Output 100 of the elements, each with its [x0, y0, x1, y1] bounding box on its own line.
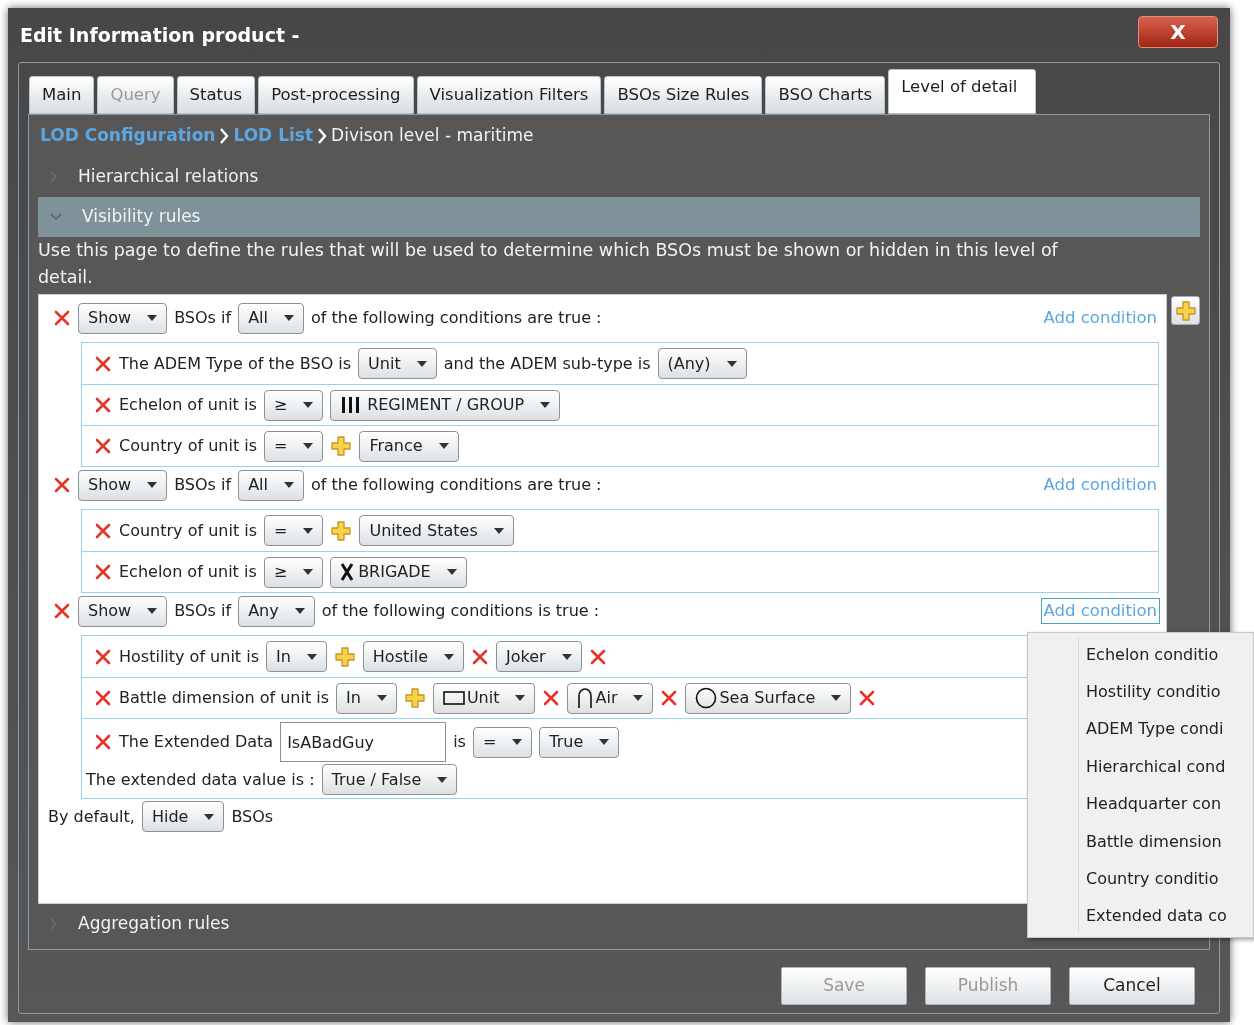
condition-text: Hostility of unit is — [119, 645, 259, 668]
caret-icon — [204, 813, 215, 820]
remove-button[interactable] — [94, 521, 112, 540]
add-button[interactable] — [403, 687, 426, 709]
caret-icon — [633, 695, 644, 701]
caret-icon — [147, 482, 158, 488]
dropdown[interactable]: = — [264, 430, 324, 462]
chevron-down-icon — [50, 213, 62, 221]
dropdown[interactable]: = — [472, 726, 533, 758]
caret-icon — [512, 739, 523, 745]
remove-button[interactable] — [94, 354, 112, 373]
caret-icon — [303, 402, 314, 408]
tab[interactable]: BSOs Size Rules — [604, 76, 763, 114]
dropdown[interactable]: (Any) — [657, 348, 747, 379]
remove-button[interactable] — [660, 689, 679, 707]
remove-button[interactable] — [94, 437, 112, 455]
dropdown[interactable]: ≥ — [263, 556, 324, 588]
dropdown[interactable]: BRIGADE — [330, 556, 467, 588]
caret-icon — [438, 443, 449, 449]
dropdown[interactable]: Unit — [432, 682, 536, 714]
menu-item[interactable]: Echelon conditio — [1079, 636, 1227, 674]
dropdown[interactable]: All — [238, 469, 304, 501]
dropdown[interactable]: Air — [567, 682, 654, 714]
menu-item[interactable]: Hostility conditio — [1079, 673, 1227, 711]
condition-text: BSOs if — [174, 600, 232, 622]
dropdown[interactable]: REGIMENT / GROUP — [330, 389, 561, 421]
menu-item[interactable]: Extended data co — [1079, 897, 1227, 936]
condition-text: The extended data value is : — [86, 768, 315, 791]
dropdown[interactable]: Show — [78, 595, 168, 627]
tab[interactable]: Post-processing — [258, 76, 414, 114]
remove-button[interactable] — [94, 733, 112, 751]
close-button[interactable]: X — [1138, 16, 1218, 48]
dropdown[interactable]: True / False — [321, 764, 458, 795]
dropdown[interactable]: Sea Surface — [685, 682, 852, 714]
add-group-button[interactable] — [1171, 296, 1200, 325]
menu-item[interactable]: Battle dimension — [1079, 822, 1227, 861]
condition-text: of the following conditions is true : — [321, 600, 600, 622]
menu-item[interactable]: Headquarter con — [1079, 785, 1227, 823]
remove-button[interactable] — [542, 689, 561, 707]
add-button[interactable] — [330, 435, 353, 457]
caret-icon — [303, 569, 314, 575]
tab[interactable]: Main — [29, 76, 95, 114]
tab[interactable]: Visualization Filters — [416, 76, 602, 114]
chevron-right-icon — [219, 128, 230, 144]
caret-icon — [446, 569, 457, 575]
remove-button[interactable] — [858, 689, 877, 707]
dropdown[interactable]: All — [238, 302, 304, 334]
condition-text: BSOs if — [174, 307, 232, 329]
caret-icon — [540, 402, 551, 408]
dropdown[interactable]: Unit — [358, 348, 437, 379]
remove-button[interactable] — [53, 602, 71, 620]
caret-icon — [303, 527, 314, 534]
condition-text: Country of unit is — [119, 519, 258, 542]
condition-text: Echelon of unit is — [119, 394, 257, 416]
dropdown[interactable]: United States — [359, 515, 514, 546]
tab[interactable]: BSO Charts — [765, 76, 886, 114]
tab[interactable]: Status — [176, 76, 256, 114]
add-button[interactable] — [330, 519, 353, 542]
section-header[interactable]: Hierarchical relations — [38, 157, 1200, 197]
condition-text: Country of unit is — [119, 435, 258, 457]
remove-button[interactable] — [53, 476, 71, 494]
menu-item[interactable]: Hierarchical cond — [1079, 748, 1227, 786]
tab[interactable]: Level of detail — [888, 69, 1037, 114]
dialog-button[interactable]: Cancel — [1069, 967, 1195, 1005]
dropdown[interactable]: Show — [78, 469, 168, 501]
dropdown[interactable]: True — [539, 726, 620, 758]
remove-button[interactable] — [94, 647, 112, 666]
condition-text: BSOs if — [174, 474, 232, 496]
menu-item[interactable]: ADEM Type condi — [1079, 710, 1227, 749]
dropdown[interactable]: ≥ — [263, 389, 324, 421]
dropdown[interactable]: Show — [78, 302, 168, 334]
dropdown[interactable]: In — [265, 641, 327, 672]
dropdown[interactable]: Hostile — [362, 641, 464, 672]
text-field[interactable]: IsABadGuy — [280, 722, 447, 762]
remove-button[interactable] — [471, 647, 489, 666]
brigade-icon — [340, 563, 355, 581]
arc-icon — [577, 687, 594, 709]
dropdown[interactable]: = — [264, 515, 324, 546]
rectangle-icon — [442, 691, 465, 705]
dropdown[interactable]: Joker — [496, 641, 582, 672]
condition-text: By default, — [48, 805, 135, 828]
remove-button[interactable] — [94, 563, 112, 581]
circle-icon — [695, 687, 718, 709]
caret-icon — [376, 695, 387, 701]
remove-button[interactable] — [94, 396, 112, 414]
dropdown[interactable]: Hide — [141, 801, 225, 832]
chevron-right-icon — [317, 128, 328, 144]
caret-icon — [515, 695, 526, 701]
remove-button[interactable] — [53, 309, 71, 327]
description-text: Use this page to define the rules that will be used to determine which BSOs must be shown or hidden in this level of detail. — [38, 239, 1059, 289]
dropdown[interactable]: In — [336, 682, 397, 714]
remove-button[interactable] — [588, 647, 607, 666]
caret-icon — [416, 360, 427, 367]
remove-button[interactable] — [94, 689, 112, 707]
condition-text: of the following conditions are true : — [310, 307, 602, 329]
add-button[interactable] — [333, 645, 356, 668]
dropdown[interactable]: Any — [238, 595, 315, 627]
menu-item[interactable]: Country conditio — [1079, 860, 1227, 898]
dropdown[interactable]: France — [359, 430, 459, 462]
condition-text: of the following conditions are true : — [310, 474, 602, 496]
